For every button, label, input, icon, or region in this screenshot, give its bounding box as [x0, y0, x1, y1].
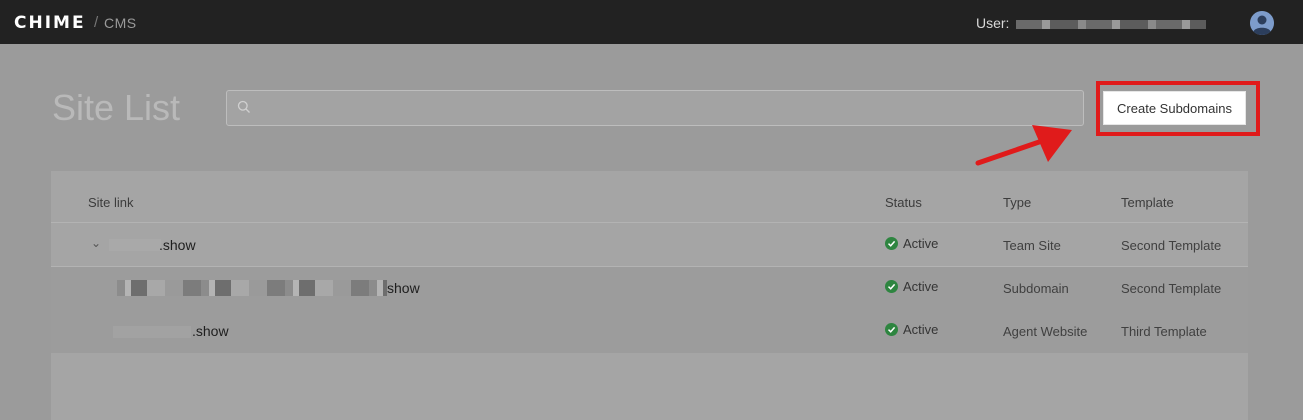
column-site-link: Site link: [88, 195, 134, 210]
product-name: CMS: [104, 15, 137, 31]
top-bar: CHIME / CMS User:: [0, 0, 1303, 44]
arrow-annotation-icon: [975, 125, 1072, 166]
table-row[interactable]: .show Active Agent Website Third Templat…: [51, 310, 1248, 353]
column-template: Template: [1121, 195, 1174, 210]
search-box[interactable]: [226, 90, 1084, 126]
status-text: Active: [903, 236, 939, 251]
site-link-redacted: [113, 326, 191, 338]
site-type: Agent Website: [1003, 324, 1088, 339]
site-type: Subdomain: [1003, 281, 1069, 296]
status-text: Active: [903, 322, 939, 337]
status-badge: Active: [885, 236, 938, 251]
chevron-down-icon[interactable]: ⌄: [91, 236, 101, 250]
table-row[interactable]: ⌄ .show Active Team Site Second Template: [51, 224, 1248, 267]
check-circle-icon: [885, 323, 898, 336]
site-template: Second Template: [1121, 281, 1222, 296]
column-status: Status: [885, 195, 922, 210]
user-name-redacted: [1016, 20, 1206, 29]
site-template: Second Template: [1121, 238, 1222, 253]
search-input[interactable]: [261, 91, 1071, 125]
table-row[interactable]: show Active Subdomain Second Template: [51, 267, 1248, 310]
table-header: Site link Status Type Template: [51, 171, 1248, 223]
search-icon: [237, 100, 251, 119]
check-circle-icon: [885, 280, 898, 293]
brand-logo[interactable]: CHIME: [14, 13, 86, 33]
site-link[interactable]: .show: [159, 237, 196, 253]
highlight-annotation: [1096, 81, 1260, 136]
page-title: Site List: [52, 87, 181, 128]
user-avatar-icon[interactable]: [1250, 11, 1274, 35]
site-link[interactable]: show: [387, 280, 420, 296]
site-link[interactable]: .show: [192, 323, 229, 339]
site-template: Third Template: [1121, 324, 1207, 339]
user-label: User:: [976, 15, 1010, 31]
site-link-redacted: [109, 239, 161, 251]
check-circle-icon: [885, 237, 898, 250]
site-link-redacted: [117, 280, 387, 296]
site-type: Team Site: [1003, 238, 1061, 253]
column-type: Type: [1003, 195, 1032, 210]
status-badge: Active: [885, 322, 938, 337]
status-text: Active: [903, 279, 939, 294]
status-badge: Active: [885, 279, 938, 294]
site-table: Site link Status Type Template ⌄ .show A…: [51, 171, 1248, 420]
brand-separator: /: [94, 14, 99, 31]
